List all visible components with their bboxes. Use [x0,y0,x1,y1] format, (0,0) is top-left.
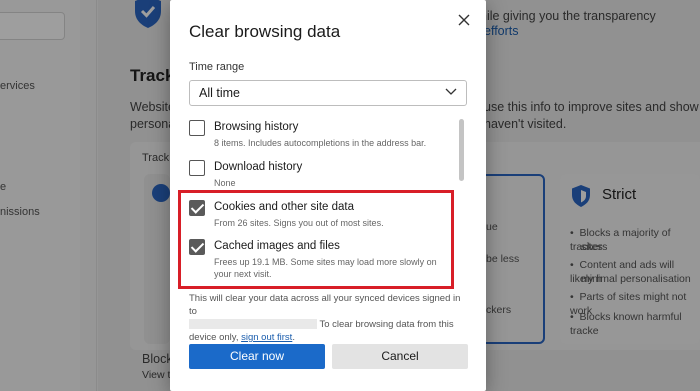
redacted-account [189,319,317,330]
sign-out-link[interactable]: sign out first [241,332,292,343]
time-range-select[interactable]: All time [189,80,467,106]
chevron-down-icon [445,88,457,95]
option-title: Download history [214,161,303,173]
close-button[interactable] [454,10,474,30]
clear-now-button[interactable]: Clear now [189,344,325,369]
option-desc: None [214,178,236,188]
option-title: Browsing history [214,121,299,133]
annotation-highlight-box [178,190,454,289]
time-range-label: Time range [189,61,245,73]
option-desc: 8 items. Includes autocompletions in the… [214,138,427,148]
download-history-checkbox[interactable] [189,160,205,176]
options-scrollbar[interactable] [459,119,464,181]
close-icon [458,14,470,26]
sync-note: This will clear your data across all you… [189,293,461,343]
time-range-value: All time [199,86,240,100]
option-browsing-history[interactable]: Browsing history 8 items. Includes autoc… [189,118,457,158]
browsing-history-checkbox[interactable] [189,120,205,136]
dialog-title: Clear browsing data [189,22,341,41]
cancel-button[interactable]: Cancel [332,344,468,369]
